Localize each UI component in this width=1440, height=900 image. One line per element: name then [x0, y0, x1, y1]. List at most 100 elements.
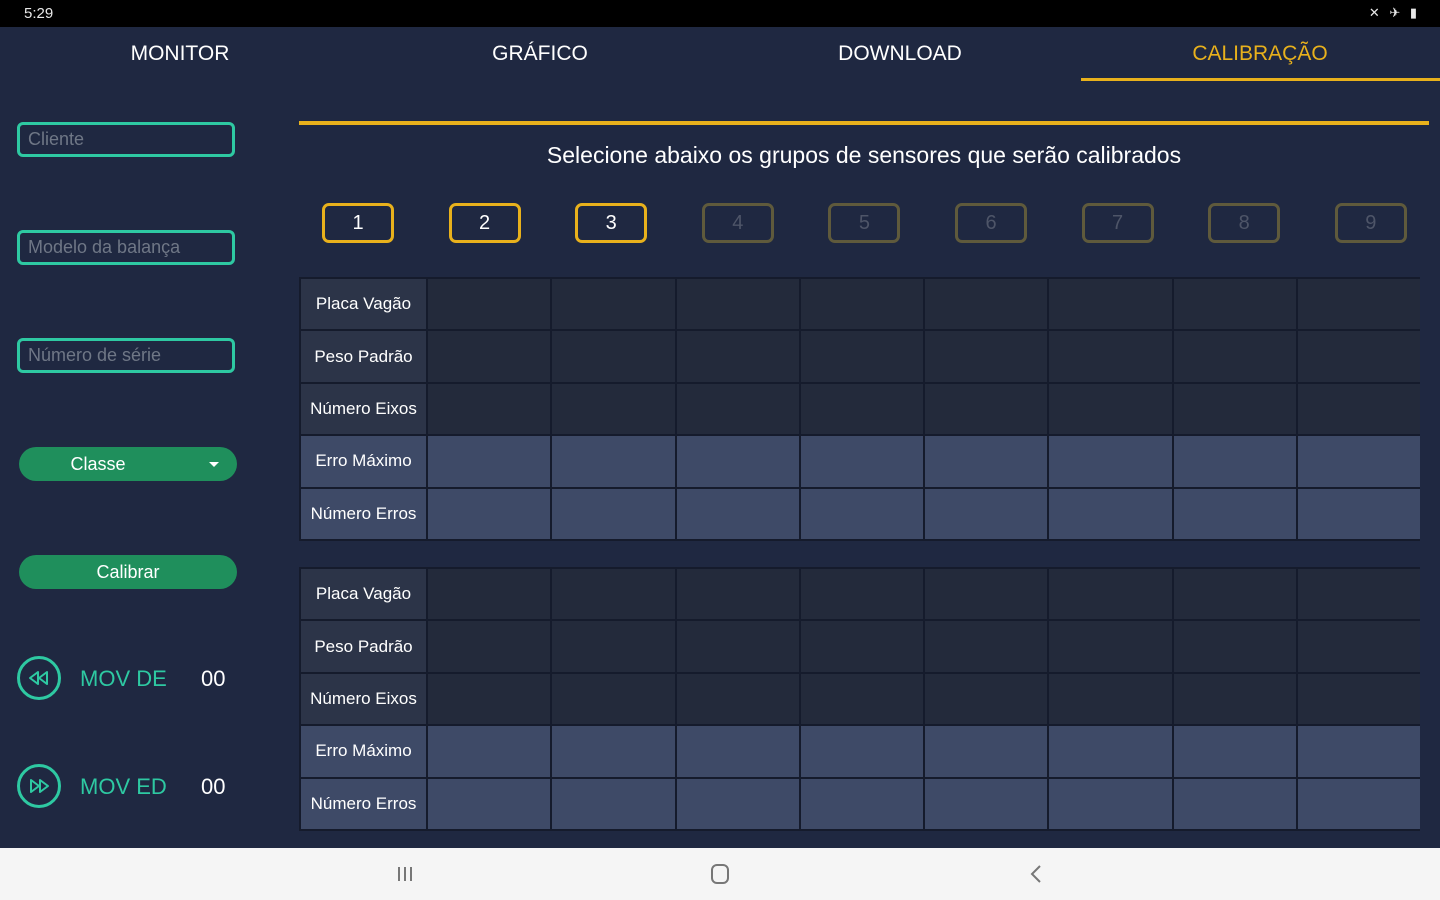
table-cell[interactable] — [676, 673, 799, 725]
table-cell[interactable] — [676, 488, 799, 539]
table-cell[interactable] — [552, 383, 675, 435]
table-cell[interactable] — [428, 279, 551, 330]
table-cell[interactable] — [1049, 726, 1172, 777]
table-cell[interactable] — [552, 331, 675, 382]
cliente-input[interactable] — [17, 122, 235, 157]
table-cell[interactable] — [1297, 331, 1420, 382]
table-cell[interactable] — [800, 569, 923, 620]
table-cell[interactable] — [428, 569, 551, 620]
table-cell[interactable] — [552, 488, 675, 539]
table-cell[interactable] — [552, 726, 675, 777]
table-cell[interactable] — [1297, 569, 1420, 620]
tab-download[interactable]: DOWNLOAD — [720, 27, 1080, 83]
table-cell[interactable] — [1049, 488, 1172, 539]
table-cell[interactable] — [925, 488, 1048, 539]
table-cell[interactable] — [1049, 778, 1172, 829]
table-cell[interactable] — [800, 488, 923, 539]
table-cell[interactable] — [676, 331, 799, 382]
table-cell[interactable] — [1297, 673, 1420, 725]
table-cell[interactable] — [925, 279, 1048, 330]
rewind-icon[interactable] — [17, 656, 61, 700]
group-button-3[interactable]: 3 — [575, 203, 648, 243]
table-cell[interactable] — [925, 726, 1048, 777]
table-cell[interactable] — [428, 488, 551, 539]
table-cell[interactable] — [1049, 279, 1172, 330]
table-cell[interactable] — [552, 778, 675, 829]
group-button-7[interactable]: 7 — [1081, 203, 1154, 243]
table-cell[interactable] — [1049, 383, 1172, 435]
table-cell[interactable] — [925, 383, 1048, 435]
table-cell[interactable] — [1173, 383, 1296, 435]
table-cell[interactable] — [800, 436, 923, 487]
table-cell[interactable] — [676, 383, 799, 435]
table-cell[interactable] — [1173, 436, 1296, 487]
table-cell[interactable] — [800, 726, 923, 777]
table-cell[interactable] — [1173, 621, 1296, 672]
table-cell[interactable] — [925, 331, 1048, 382]
table-cell[interactable] — [1297, 383, 1420, 435]
table-cell[interactable] — [1173, 279, 1296, 330]
fast-forward-icon[interactable] — [17, 764, 61, 808]
table-cell[interactable] — [552, 621, 675, 672]
tab-grafico[interactable]: GRÁFICO — [360, 27, 720, 83]
group-button-8[interactable]: 8 — [1208, 203, 1281, 243]
table-cell[interactable] — [428, 383, 551, 435]
table-cell[interactable] — [925, 436, 1048, 487]
group-button-6[interactable]: 6 — [955, 203, 1027, 243]
table-cell[interactable] — [800, 331, 923, 382]
table-cell[interactable] — [1173, 778, 1296, 829]
table-cell[interactable] — [925, 778, 1048, 829]
table-cell[interactable] — [800, 383, 923, 435]
table-cell[interactable] — [800, 621, 923, 672]
group-button-5[interactable]: 5 — [828, 203, 901, 243]
classe-dropdown[interactable]: Classe — [19, 447, 237, 481]
home-icon[interactable] — [700, 858, 740, 890]
table-cell[interactable] — [428, 331, 551, 382]
group-button-9[interactable]: 9 — [1334, 203, 1407, 243]
table-cell[interactable] — [1297, 488, 1420, 539]
table-cell[interactable] — [1049, 621, 1172, 672]
table-cell[interactable] — [676, 436, 799, 487]
table-cell[interactable] — [1049, 436, 1172, 487]
calibrar-button[interactable]: Calibrar — [19, 555, 237, 589]
table-cell[interactable] — [925, 673, 1048, 725]
table-cell[interactable] — [925, 621, 1048, 672]
table-cell[interactable] — [552, 279, 675, 330]
table-cell[interactable] — [676, 279, 799, 330]
table-cell[interactable] — [1173, 569, 1296, 620]
table-cell[interactable] — [1173, 331, 1296, 382]
table-cell[interactable] — [552, 436, 675, 487]
recent-apps-icon[interactable] — [385, 858, 425, 890]
table-cell[interactable] — [676, 778, 799, 829]
table-cell[interactable] — [1297, 726, 1420, 777]
table-cell[interactable] — [1297, 436, 1420, 487]
back-icon[interactable] — [1016, 858, 1056, 890]
numero-serie-input[interactable] — [17, 338, 235, 373]
table-cell[interactable] — [676, 726, 799, 777]
tab-calibracao[interactable]: CALIBRAÇÃO — [1080, 27, 1440, 83]
table-cell[interactable] — [676, 569, 799, 620]
table-cell[interactable] — [428, 436, 551, 487]
tab-monitor[interactable]: MONITOR — [0, 27, 360, 83]
modelo-balanca-input[interactable] — [17, 230, 235, 265]
table-cell[interactable] — [800, 279, 923, 330]
table-cell[interactable] — [1173, 726, 1296, 777]
table-cell[interactable] — [428, 778, 551, 829]
group-button-4[interactable]: 4 — [701, 203, 774, 243]
table-cell[interactable] — [800, 673, 923, 725]
table-cell[interactable] — [1297, 621, 1420, 672]
table-cell[interactable] — [800, 778, 923, 829]
table-cell[interactable] — [1049, 569, 1172, 620]
table-cell[interactable] — [1297, 279, 1420, 330]
table-cell[interactable] — [428, 621, 551, 672]
table-cell[interactable] — [428, 673, 551, 725]
table-cell[interactable] — [676, 621, 799, 672]
table-cell[interactable] — [925, 569, 1048, 620]
table-cell[interactable] — [1173, 673, 1296, 725]
table-cell[interactable] — [428, 726, 551, 777]
table-cell[interactable] — [1049, 331, 1172, 382]
table-cell[interactable] — [1297, 778, 1420, 829]
table-cell[interactable] — [552, 569, 675, 620]
table-cell[interactable] — [1173, 488, 1296, 539]
table-cell[interactable] — [1049, 673, 1172, 725]
